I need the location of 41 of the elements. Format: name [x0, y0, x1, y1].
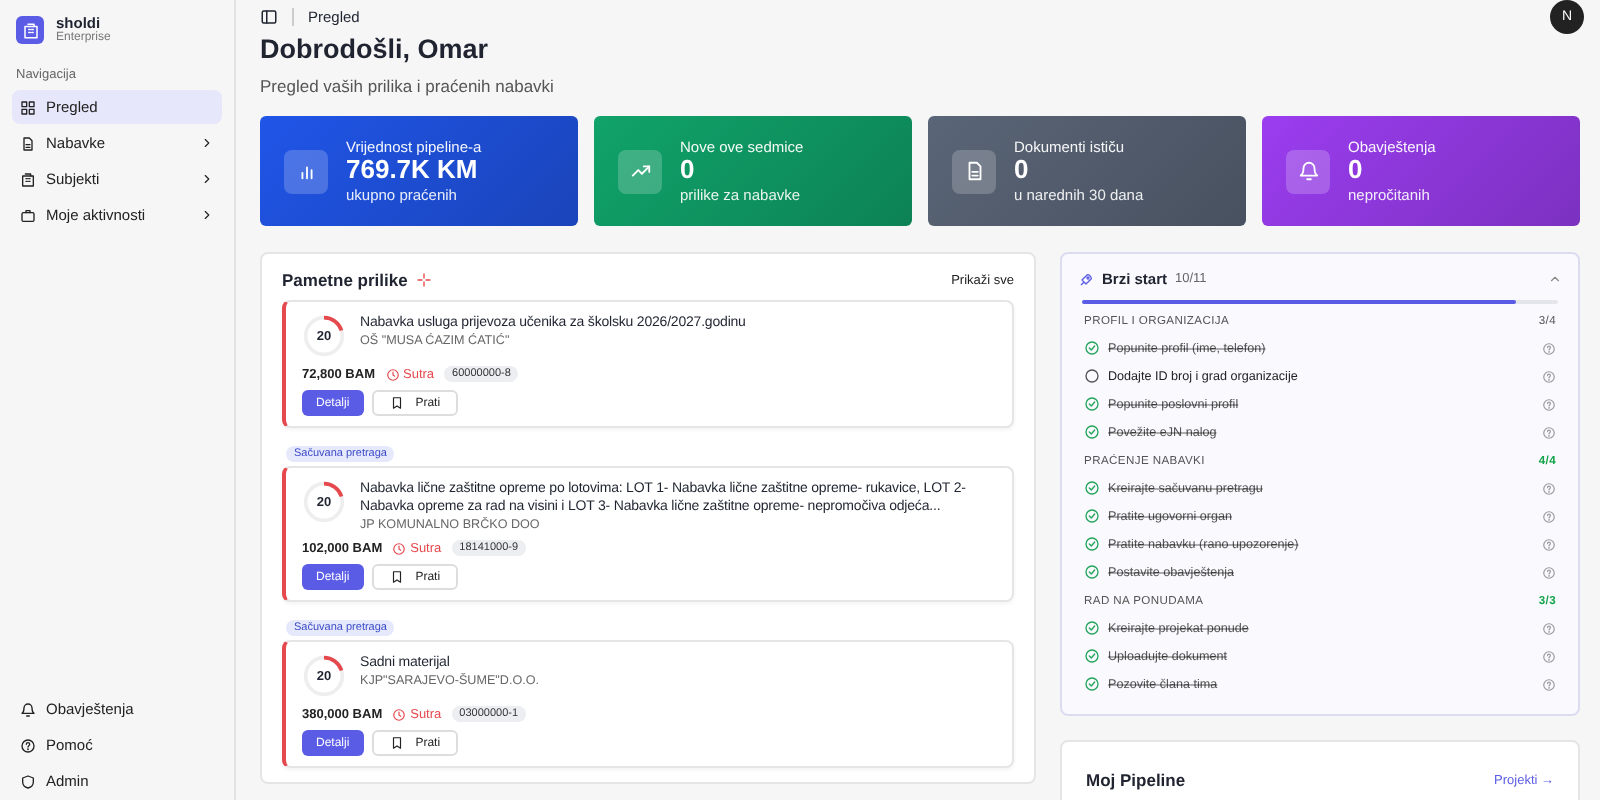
bookmark-icon — [389, 570, 404, 585]
help-icon — [20, 737, 36, 753]
help-icon — [1542, 537, 1556, 551]
help-icon — [1542, 481, 1556, 495]
stat-value: 769.7K KM — [346, 156, 478, 186]
document-icon — [963, 160, 985, 182]
page-title: Dobrodošli, Omar — [260, 34, 491, 64]
rocket-icon — [1078, 271, 1094, 287]
help-icon — [1542, 677, 1556, 691]
clock-icon — [385, 367, 399, 381]
grid-icon — [20, 99, 36, 116]
document-icon — [20, 135, 36, 152]
sidebar-toggle-icon[interactable] — [260, 8, 278, 26]
stat-value: 0 — [1348, 156, 1363, 186]
bell-icon — [1297, 160, 1319, 182]
bell-icon — [20, 701, 36, 717]
clock-icon — [392, 541, 407, 556]
help-icon — [1542, 649, 1556, 663]
chevron-right-icon — [200, 208, 214, 223]
page-subtitle: Pregled vaših prilika i praćenih nabavki — [260, 76, 556, 96]
chevron-right-icon — [200, 172, 214, 187]
chevron-up-icon[interactable] — [1548, 272, 1562, 286]
panel-title: Moj Pipeline — [1086, 770, 1186, 790]
chevron-right-icon — [200, 136, 214, 151]
trend-up-icon — [629, 160, 651, 182]
help-icon — [1542, 509, 1556, 523]
shield-icon — [20, 773, 36, 789]
help-icon — [1542, 621, 1556, 635]
help-icon — [1542, 369, 1556, 383]
panel-title: Pametne prilike — [282, 270, 408, 290]
help-icon — [1542, 565, 1556, 579]
help-icon — [1542, 397, 1556, 411]
stat-value: 0 — [1014, 156, 1031, 186]
help-icon — [1542, 425, 1556, 439]
bookmark-icon — [389, 736, 404, 751]
stat-value: 0 — [680, 156, 697, 186]
help-icon — [1542, 341, 1556, 355]
clock-icon — [392, 707, 407, 722]
sparkle-icon — [415, 272, 432, 288]
bookmark-icon — [389, 396, 404, 410]
briefcase-icon — [20, 207, 36, 224]
